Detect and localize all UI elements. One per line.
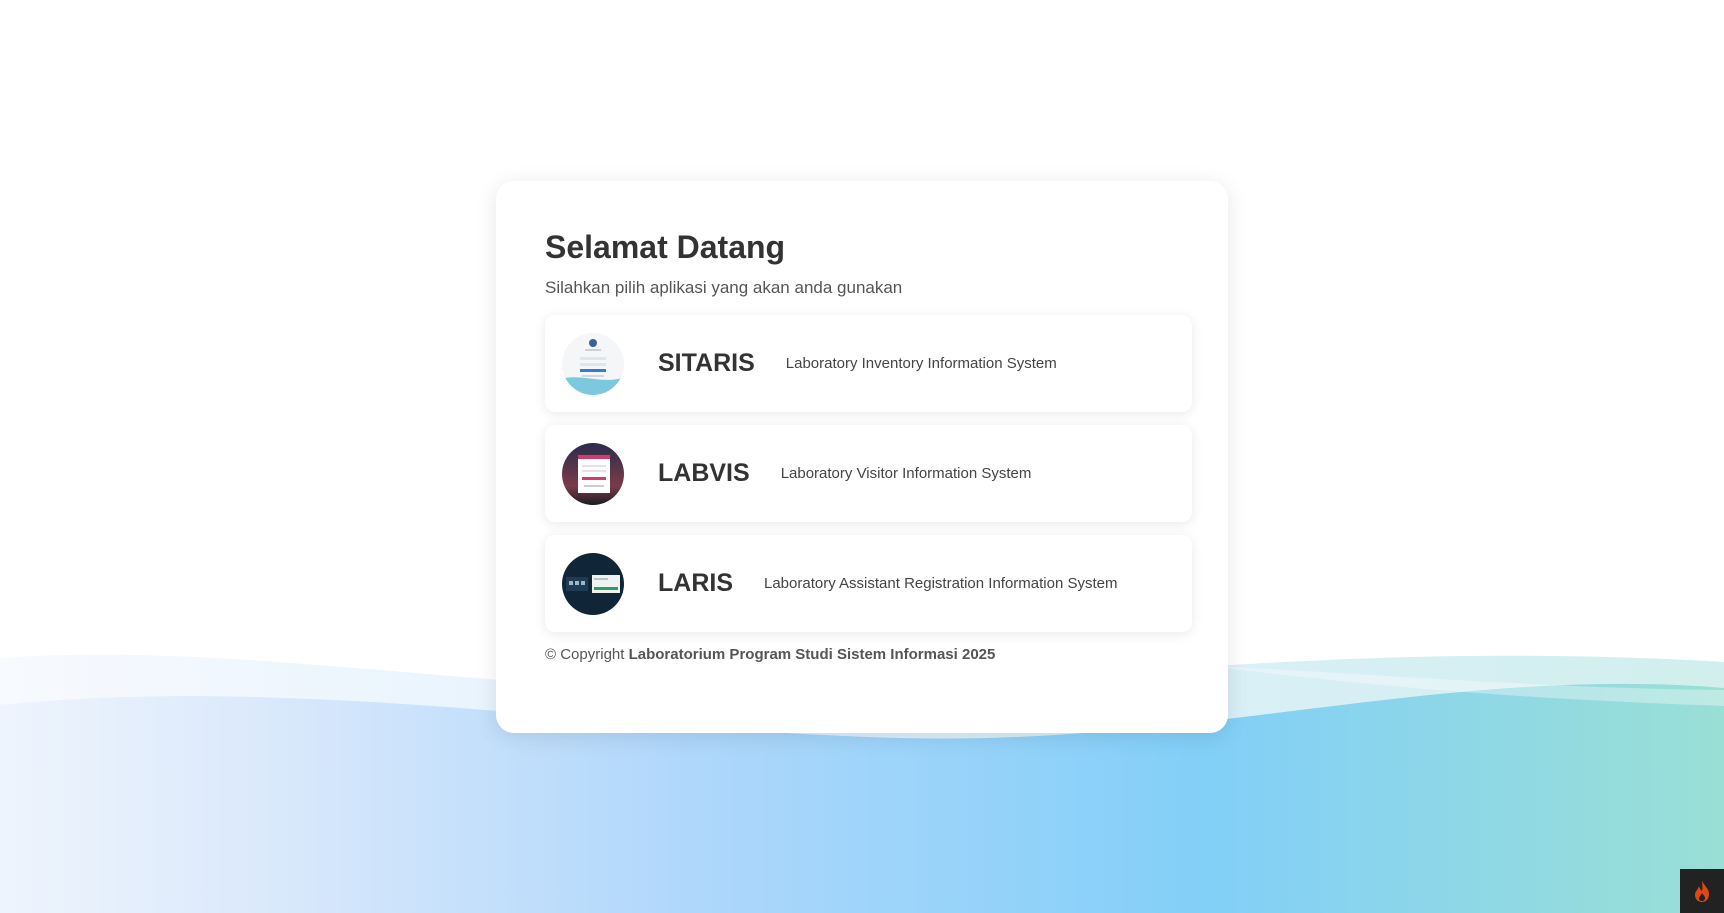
sitaris-thumbnail — [562, 332, 624, 395]
app-description: Laboratory Assistant Registration Inform… — [764, 575, 1118, 592]
flame-icon — [1695, 880, 1709, 902]
app-card-labvis[interactable]: LABVIS Laboratory Visitor Information Sy… — [545, 425, 1192, 522]
debug-toolbar-button[interactable] — [1680, 869, 1724, 913]
app-name: LARIS — [658, 569, 733, 597]
copyright-prefix: © Copyright — [545, 646, 625, 663]
copyright-footer: © Copyright Laboratorium Program Studi S… — [545, 646, 1192, 663]
laris-thumbnail — [562, 552, 624, 615]
labvis-thumbnail — [562, 442, 624, 505]
page-subtitle: Silahkan pilih aplikasi yang akan anda g… — [545, 278, 903, 297]
app-description: Laboratory Inventory Information System — [785, 355, 1057, 372]
welcome-card: Selamat Datang Silahkan pilih aplikasi y… — [496, 181, 1228, 733]
app-list: SITARIS Laboratory Inventory Information… — [545, 315, 1192, 632]
app-name: SITARIS — [658, 349, 755, 377]
app-card-sitaris[interactable]: SITARIS Laboratory Inventory Information… — [545, 315, 1192, 412]
page-title: Selamat Datang — [545, 229, 786, 265]
copyright-org: Laboratorium Program Studi Sistem Inform… — [628, 646, 996, 663]
app-card-laris[interactable]: LARIS Laboratory Assistant Registration … — [545, 535, 1192, 632]
page: Selamat Datang Silahkan pilih aplikasi y… — [0, 0, 1724, 913]
app-name: LABVIS — [658, 459, 750, 487]
app-description: Laboratory Visitor Information System — [780, 465, 1032, 482]
